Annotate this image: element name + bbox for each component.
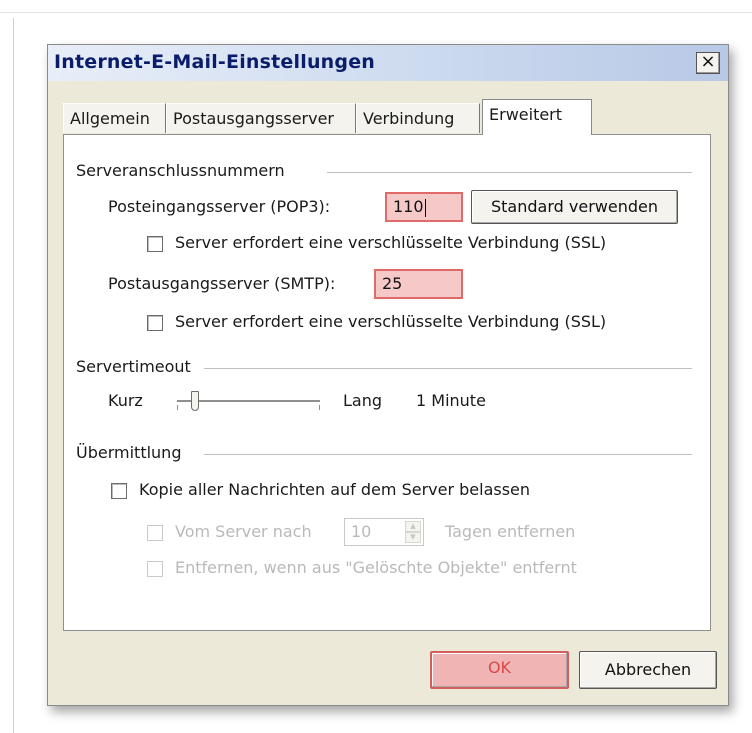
tab-verbindung[interactable]: Verbindung bbox=[356, 103, 480, 133]
group-label-delivery: Übermittlung bbox=[76, 443, 188, 462]
spinner-buttons: ▲ ▼ bbox=[405, 521, 421, 543]
ok-button[interactable]: OK bbox=[430, 651, 569, 689]
timeout-short-label: Kurz bbox=[108, 391, 143, 410]
slider-tick bbox=[319, 405, 320, 410]
dialog-title: Internet-E-Mail-Einstellungen bbox=[54, 51, 376, 73]
remove-after-days-checkbox[interactable] bbox=[147, 525, 163, 541]
text-caret bbox=[424, 198, 426, 217]
group-label-timeout: Servertimeout bbox=[76, 357, 197, 376]
group-divider bbox=[204, 454, 692, 455]
smtp-port-input[interactable]: 25 bbox=[374, 269, 463, 299]
remove-after-days-value: 10 bbox=[351, 522, 372, 541]
leave-copy-label: Kopie aller Nachrichten auf dem Server b… bbox=[139, 480, 531, 499]
remove-after-suffix-label: Tagen entfernen bbox=[445, 522, 576, 541]
spin-down-icon[interactable]: ▼ bbox=[405, 532, 421, 543]
leave-copy-checkbox[interactable] bbox=[111, 483, 127, 499]
background-left-rule bbox=[13, 18, 14, 733]
remove-after-days-spinner[interactable]: 10 ▲ ▼ bbox=[344, 518, 424, 546]
tab-allgemein[interactable]: Allgemein bbox=[63, 103, 166, 133]
tab-postausgangsserver[interactable]: Postausgangsserver bbox=[166, 103, 356, 133]
tab-label: Allgemein bbox=[70, 109, 150, 128]
tab-label: Postausgangsserver bbox=[173, 109, 334, 128]
ok-button-label: OK bbox=[487, 658, 512, 677]
group-label-server-ports: Serveranschlussnummern bbox=[76, 161, 291, 180]
close-button[interactable]: × bbox=[696, 52, 720, 74]
timeout-value-label: 1 Minute bbox=[416, 391, 486, 410]
cancel-button-label: Abbrechen bbox=[604, 660, 692, 679]
group-divider bbox=[204, 368, 692, 369]
cancel-button[interactable]: Abbrechen bbox=[579, 651, 717, 689]
ssl-incoming-checkbox[interactable] bbox=[147, 236, 163, 252]
background-rule bbox=[0, 12, 752, 13]
smtp-port-value: 25 bbox=[382, 274, 403, 293]
tab-label: Erweitert bbox=[489, 105, 563, 124]
ssl-incoming-label: Server erfordert eine verschlüsselte Ver… bbox=[175, 233, 607, 252]
close-icon: × bbox=[700, 51, 716, 72]
slider-tick bbox=[177, 405, 178, 410]
pop3-port-value: 110 bbox=[393, 197, 424, 216]
use-default-button[interactable]: Standard verwenden bbox=[471, 190, 678, 224]
ssl-outgoing-checkbox[interactable] bbox=[147, 315, 163, 331]
tab-panel-erweitert: Serveranschlussnummern Posteingangsserve… bbox=[63, 134, 711, 631]
smtp-port-label: Postausgangsserver (SMTP): bbox=[108, 274, 336, 293]
tab-erweitert[interactable]: Erweitert bbox=[482, 99, 592, 135]
tab-label: Verbindung bbox=[363, 109, 455, 128]
remove-deleted-label: Entfernen, wenn aus "Gelöschte Objekte" … bbox=[175, 558, 577, 577]
group-divider bbox=[327, 172, 692, 173]
use-default-button-label: Standard verwenden bbox=[491, 197, 658, 216]
pop3-port-input[interactable]: 110 bbox=[385, 192, 463, 222]
timeout-slider-thumb[interactable] bbox=[191, 391, 200, 411]
spin-up-icon[interactable]: ▲ bbox=[405, 521, 421, 532]
pop3-port-label: Posteingangsserver (POP3): bbox=[108, 197, 331, 216]
title-bar[interactable]: Internet-E-Mail-Einstellungen × bbox=[48, 45, 728, 81]
remove-after-prefix-label: Vom Server nach bbox=[175, 522, 312, 541]
timeout-long-label: Lang bbox=[343, 391, 383, 410]
ssl-outgoing-label: Server erfordert eine verschlüsselte Ver… bbox=[175, 312, 607, 331]
remove-deleted-checkbox[interactable] bbox=[147, 561, 163, 577]
email-settings-dialog: Internet-E-Mail-Einstellungen × Allgemei… bbox=[47, 44, 729, 706]
